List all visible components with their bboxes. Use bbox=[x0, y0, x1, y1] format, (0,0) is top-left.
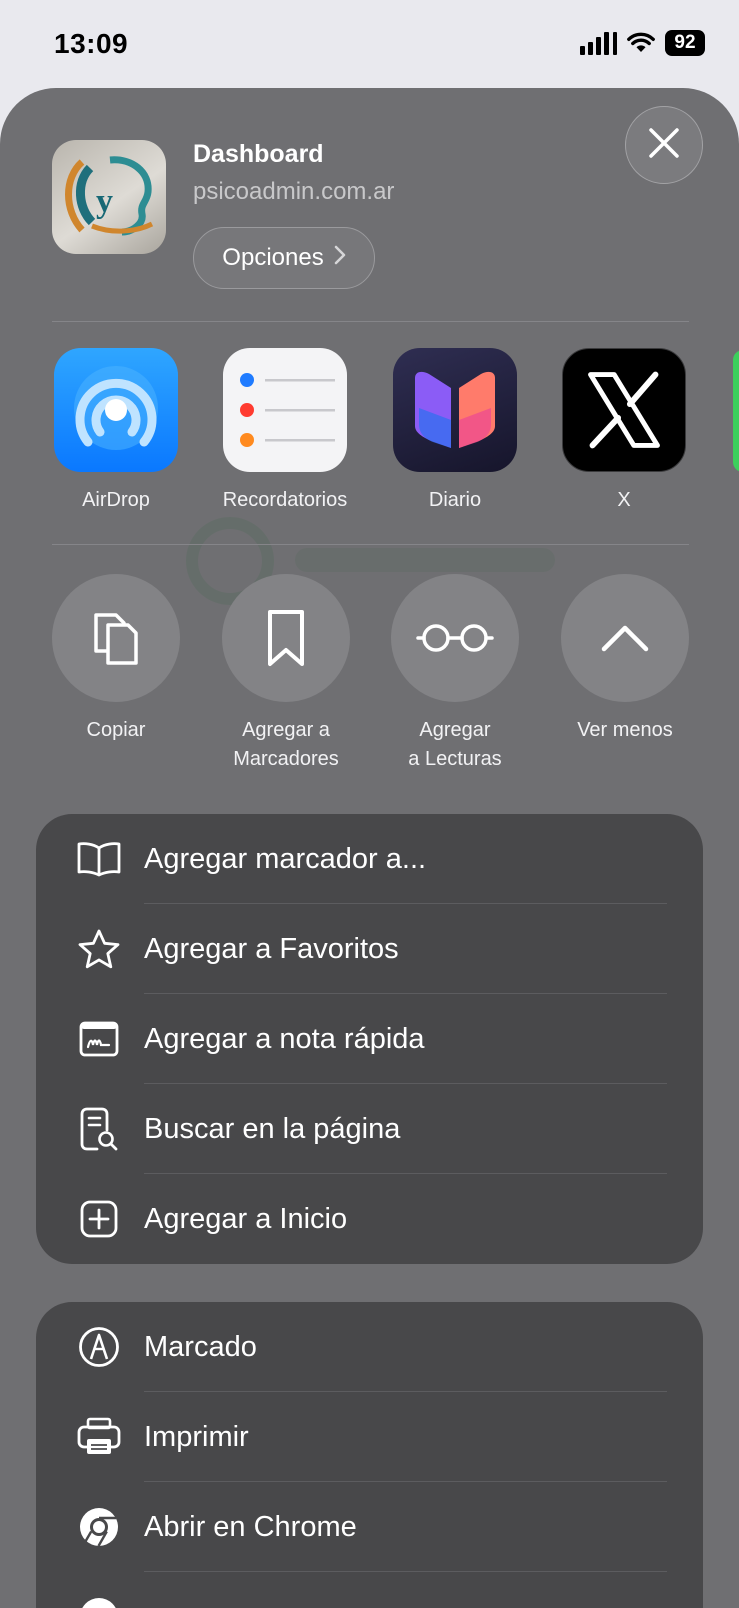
bookmark-button[interactable] bbox=[222, 574, 350, 702]
glasses-icon bbox=[416, 624, 494, 652]
menu-item-add-to-favorites[interactable]: Agregar a Favoritos bbox=[36, 904, 703, 994]
share-app-x[interactable]: X bbox=[549, 348, 699, 512]
reading-list-button[interactable] bbox=[391, 574, 519, 702]
menu-label: Marcado bbox=[144, 1330, 257, 1363]
action-add-bookmarks[interactable]: Agregar a Marcadores bbox=[211, 574, 361, 774]
menu-label: Agregar a nota rápida bbox=[144, 1022, 425, 1055]
share-app-journal[interactable]: Diario bbox=[380, 348, 530, 512]
cellular-signal-icon bbox=[580, 31, 617, 55]
divider bbox=[52, 544, 689, 545]
website-icon: y bbox=[52, 140, 166, 254]
close-icon bbox=[648, 127, 680, 164]
bookmark-icon bbox=[268, 610, 304, 666]
menu-label: Agregar marcador a... bbox=[144, 842, 427, 875]
printer-icon bbox=[76, 1417, 122, 1457]
menu-item-quick-note[interactable]: Agregar a nota rápida bbox=[36, 994, 703, 1084]
action-add-reading-list[interactable]: Agregar a Lecturas bbox=[380, 574, 530, 774]
menu-item-print[interactable]: Imprimir bbox=[36, 1392, 703, 1482]
menu-item-add-to-home[interactable]: Agregar a Inicio bbox=[36, 1174, 703, 1264]
action-copy[interactable]: Copiar bbox=[41, 574, 191, 745]
action-see-less[interactable]: Ver menos bbox=[550, 574, 700, 745]
menu-item-open-in-chrome[interactable]: Abrir en Chrome bbox=[36, 1482, 703, 1572]
share-sheet: y Dashboard psicoadmin.com.ar Opciones A… bbox=[0, 88, 739, 1608]
menu-label: Agregar a Inicio bbox=[144, 1202, 348, 1235]
chevron-right-icon bbox=[334, 244, 346, 272]
page-title: Dashboard bbox=[193, 140, 324, 168]
menu-item-markup[interactable]: Marcado bbox=[36, 1302, 703, 1392]
menu-item-partial[interactable] bbox=[36, 1572, 703, 1608]
action-label: Ver menos bbox=[577, 719, 673, 741]
menu-label: Abrir en Chrome bbox=[144, 1510, 357, 1543]
app-label: Diario bbox=[428, 489, 482, 511]
airdrop-icon bbox=[54, 348, 178, 472]
app-label: AirDrop bbox=[82, 489, 150, 511]
menu-item-add-bookmark-to[interactable]: Agregar marcador a... bbox=[36, 814, 703, 904]
chevron-up-icon bbox=[601, 625, 649, 652]
status-time: 13:09 bbox=[54, 28, 129, 59]
menu-label: Buscar en la página bbox=[144, 1112, 401, 1145]
quick-note-icon bbox=[76, 1019, 122, 1059]
next-app-peek[interactable] bbox=[733, 350, 739, 472]
options-button[interactable]: Opciones bbox=[193, 227, 375, 289]
copy-button[interactable] bbox=[52, 574, 180, 702]
svg-text:y: y bbox=[96, 183, 113, 220]
share-app-airdrop[interactable]: AirDrop bbox=[41, 348, 191, 512]
action-label: Agregar a Lecturas bbox=[408, 719, 502, 770]
add-square-icon bbox=[76, 1199, 122, 1239]
star-icon bbox=[76, 929, 122, 969]
chrome-icon bbox=[76, 1507, 122, 1547]
partial-icon bbox=[76, 1597, 122, 1608]
reminders-icon bbox=[223, 348, 347, 472]
wifi-icon bbox=[627, 32, 655, 54]
menu-group-secondary: Marcado Imprimir Abrir en Chrome bbox=[36, 1302, 703, 1608]
status-icons: 92 bbox=[580, 30, 705, 56]
app-label: Recordatorios bbox=[222, 489, 348, 511]
copy-icon bbox=[94, 613, 138, 665]
close-button[interactable] bbox=[625, 106, 703, 184]
journal-icon bbox=[393, 348, 517, 472]
menu-label: Imprimir bbox=[144, 1420, 249, 1453]
markup-icon bbox=[76, 1327, 122, 1367]
x-icon bbox=[562, 348, 686, 472]
menu-item-find-in-page[interactable]: Buscar en la página bbox=[36, 1084, 703, 1174]
action-label: Agregar a Marcadores bbox=[233, 719, 339, 770]
page-url: psicoadmin.com.ar bbox=[193, 178, 395, 205]
see-less-button[interactable] bbox=[561, 574, 689, 702]
menu-label: Agregar a Favoritos bbox=[144, 932, 399, 965]
app-label: X bbox=[617, 489, 631, 511]
action-label: Copiar bbox=[86, 719, 146, 741]
divider bbox=[52, 321, 689, 322]
status-bar: 13:09 92 bbox=[0, 0, 739, 88]
menu-group-primary: Agregar marcador a... Agregar a Favorito… bbox=[36, 814, 703, 1264]
book-icon bbox=[76, 839, 122, 879]
find-in-page-icon bbox=[76, 1107, 122, 1151]
options-label: Opciones bbox=[222, 244, 324, 271]
share-app-reminders[interactable]: Recordatorios bbox=[210, 348, 360, 512]
battery-indicator: 92 bbox=[665, 30, 705, 56]
